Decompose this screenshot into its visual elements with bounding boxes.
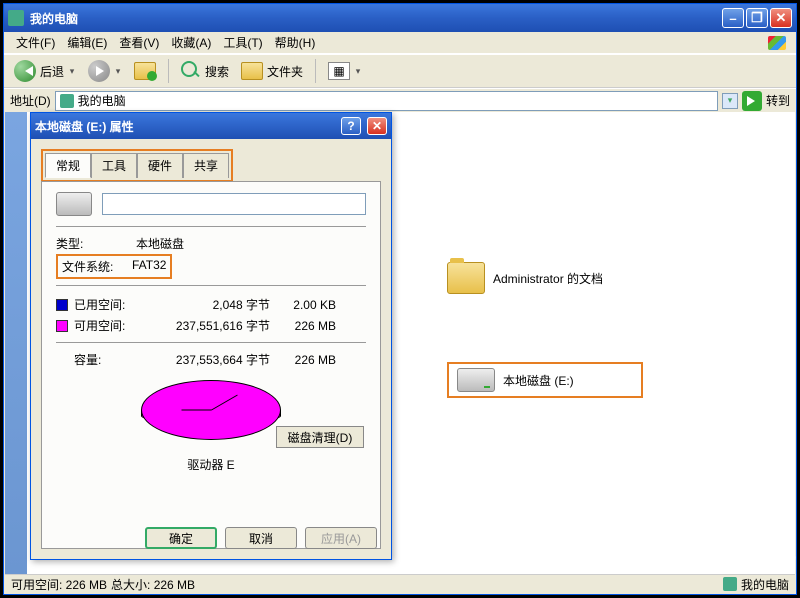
drive-icon (457, 368, 495, 392)
item-documents[interactable]: Administrator 的文档 (447, 262, 623, 294)
chevron-down-icon[interactable]: ▾ (68, 63, 76, 79)
tab-tools[interactable]: 工具 (91, 153, 137, 178)
separator (56, 226, 366, 227)
folders-label: 文件夹 (267, 63, 303, 80)
search-button[interactable]: 搜索 (177, 59, 233, 83)
toolbar: 后退 ▾ ▾ 搜索 文件夹 ▦ ▾ (4, 54, 796, 88)
views-icon: ▦ (328, 62, 350, 80)
menubar: 文件(F) 编辑(E) 查看(V) 收藏(A) 工具(T) 帮助(H) (4, 32, 796, 54)
side-panel (5, 112, 27, 574)
capacity-label: 容量: (74, 351, 144, 368)
forward-icon (88, 60, 110, 82)
dialog-close-button[interactable]: ✕ (367, 117, 387, 135)
dialog-titlebar[interactable]: 本地磁盘 (E:) 属性 ? ✕ (31, 113, 391, 139)
address-value: 我的电脑 (78, 92, 126, 109)
up-button[interactable] (130, 60, 160, 82)
address-input[interactable]: 我的电脑 (55, 91, 718, 111)
tab-panel-general: 类型: 本地磁盘 文件系统: FAT32 已用空间: 2,048 字节 2.00… (41, 181, 381, 549)
status-free: 可用空间: 226 MB (11, 576, 107, 593)
item-drive-e[interactable]: 本地磁盘 (E:) (447, 362, 643, 398)
capacity-bytes: 237,553,664 字节 (150, 351, 270, 368)
tab-strip: 常规 工具 硬件 共享 (41, 149, 233, 182)
forward-button[interactable]: ▾ (84, 58, 126, 84)
address-label: 地址(D) (10, 92, 51, 109)
menu-favorites[interactable]: 收藏(A) (165, 32, 217, 53)
folder-icon (447, 262, 485, 294)
computer-icon (723, 577, 737, 591)
menu-help[interactable]: 帮助(H) (269, 32, 322, 53)
help-button[interactable]: ? (341, 117, 361, 135)
separator (168, 59, 169, 83)
folder-up-icon (134, 62, 156, 80)
usage-section: 已用空间: 2,048 字节 2.00 KB 可用空间: 237,551,616… (56, 294, 366, 370)
computer-icon (8, 10, 24, 26)
ok-button[interactable]: 确定 (145, 527, 217, 549)
used-swatch (56, 299, 68, 311)
views-button[interactable]: ▦ ▾ (324, 60, 366, 82)
go-button[interactable] (742, 91, 762, 111)
search-label: 搜索 (205, 63, 229, 80)
capacity-size: 226 MB (276, 353, 336, 367)
folder-icon (241, 62, 263, 80)
chevron-down-icon[interactable]: ▾ (114, 63, 122, 79)
back-button[interactable]: 后退 ▾ (10, 58, 80, 84)
drive-icon (56, 192, 92, 216)
volume-label-input[interactable] (102, 193, 366, 215)
minimize-button[interactable]: – (722, 8, 744, 28)
free-swatch (56, 320, 68, 332)
back-label: 后退 (40, 63, 64, 80)
menu-file[interactable]: 文件(F) (10, 32, 61, 53)
folders-button[interactable]: 文件夹 (237, 60, 307, 82)
titlebar[interactable]: 我的电脑 – ❐ ✕ (4, 4, 796, 32)
search-icon (181, 61, 201, 81)
status-right: 我的电脑 (741, 576, 789, 593)
separator (315, 59, 316, 83)
free-bytes: 237,551,616 字节 (150, 317, 270, 334)
go-label: 转到 (766, 92, 790, 109)
item-label: 本地磁盘 (E:) (503, 372, 633, 389)
cancel-button[interactable]: 取消 (225, 527, 297, 549)
used-size: 2.00 KB (276, 298, 336, 312)
used-label: 已用空间: (74, 296, 144, 313)
tab-sharing[interactable]: 共享 (183, 153, 229, 178)
back-icon (14, 60, 36, 82)
menu-edit[interactable]: 编辑(E) (61, 32, 113, 53)
item-label: Administrator 的文档 (493, 270, 623, 287)
address-dropdown[interactable]: ▾ (722, 93, 738, 109)
computer-icon (60, 94, 74, 108)
menu-view[interactable]: 查看(V) (113, 32, 165, 53)
dialog-buttons: 确定 取消 应用(A) (145, 527, 377, 549)
chart-label: 驱动器 E (56, 456, 366, 473)
maximize-button[interactable]: ❐ (746, 8, 768, 28)
dialog-title: 本地磁盘 (E:) 属性 (35, 118, 335, 135)
chevron-down-icon[interactable]: ▾ (354, 63, 362, 79)
xp-logo-icon (762, 32, 792, 54)
filesystem-value: FAT32 (132, 258, 166, 275)
tab-hardware[interactable]: 硬件 (137, 153, 183, 178)
menu-tools[interactable]: 工具(T) (217, 32, 268, 53)
statusbar: 可用空间: 226 MB 总大小: 226 MB 我的电脑 (5, 574, 795, 593)
separator (56, 342, 366, 343)
disk-cleanup-button[interactable]: 磁盘清理(D) (276, 426, 364, 448)
dialog-body: 常规 工具 硬件 共享 类型: 本地磁盘 文件系统: FAT32 (31, 139, 391, 559)
address-bar: 地址(D) 我的电脑 ▾ 转到 (4, 88, 796, 112)
free-size: 226 MB (276, 319, 336, 333)
filesystem-label: 文件系统: (62, 258, 132, 275)
type-value: 本地磁盘 (136, 235, 366, 252)
separator (56, 285, 366, 286)
status-total: 总大小: 226 MB (111, 576, 195, 593)
properties-dialog: 本地磁盘 (E:) 属性 ? ✕ 常规 工具 硬件 共享 类型: 本地磁盘 文件… (30, 112, 392, 560)
tab-general[interactable]: 常规 (45, 153, 91, 178)
filesystem-highlight: 文件系统: FAT32 (56, 254, 172, 279)
type-label: 类型: (56, 235, 136, 252)
window-title: 我的电脑 (30, 10, 722, 27)
close-button[interactable]: ✕ (770, 8, 792, 28)
free-label: 可用空间: (74, 317, 144, 334)
apply-button[interactable]: 应用(A) (305, 527, 377, 549)
used-bytes: 2,048 字节 (150, 296, 270, 313)
